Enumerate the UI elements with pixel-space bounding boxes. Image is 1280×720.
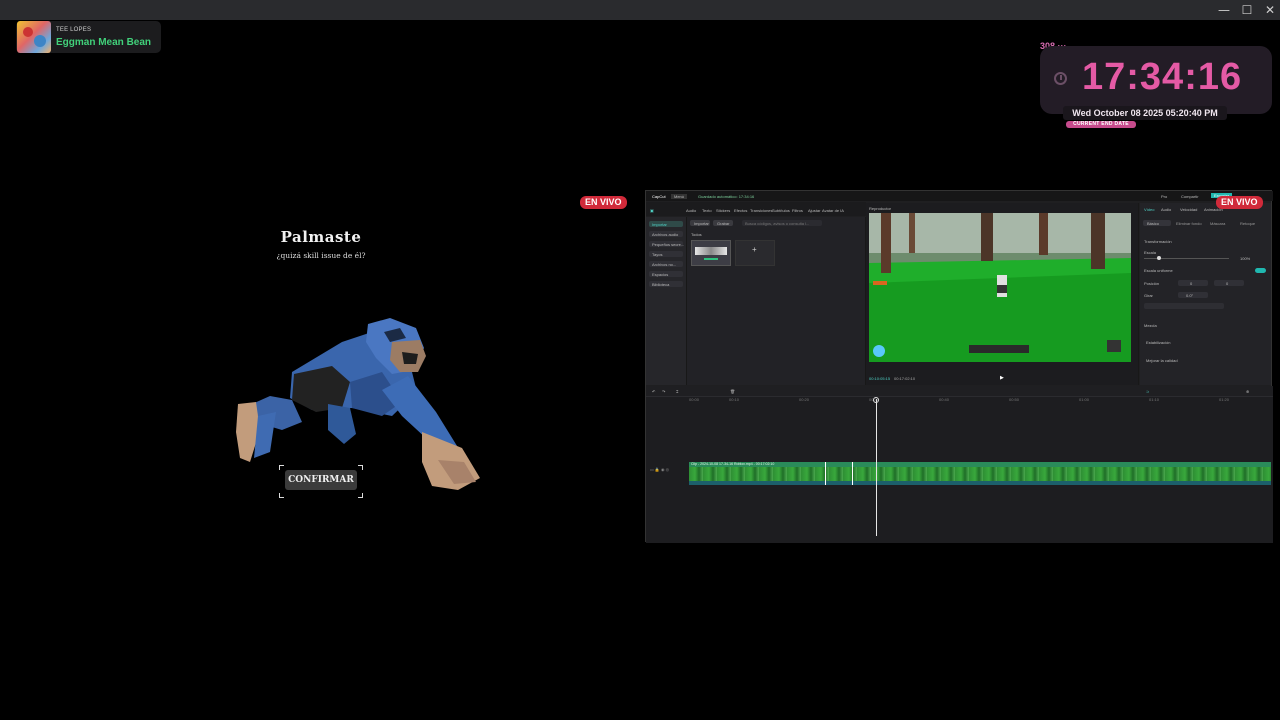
prop-stabilize[interactable]: Estabilización	[1146, 340, 1170, 345]
gorilla-character-image	[236, 318, 480, 490]
timecode-current: 00:10:05:15	[869, 376, 891, 381]
clock-icon	[1054, 72, 1067, 85]
prop-position: Posición	[1144, 281, 1160, 286]
rotate-input[interactable]: 0.0°	[1178, 292, 1208, 298]
props-subtab-retouch[interactable]: Retoque	[1240, 221, 1255, 226]
import-button[interactable]: Importar	[690, 220, 710, 226]
player-title: Reproductor	[869, 206, 892, 211]
prop-scale: Escala	[1144, 250, 1157, 255]
scale-slider-thumb[interactable]	[1157, 256, 1161, 260]
minimize-icon[interactable]: —	[1212, 2, 1236, 18]
prop-blend[interactable]: Mezcla	[1144, 323, 1157, 328]
capcut-pro-button[interactable]: Pro	[1161, 194, 1167, 199]
album-art-icon	[17, 21, 51, 53]
focus-corner-top-right	[358, 465, 363, 470]
toolbar-effects[interactable]: Efectos	[734, 208, 747, 213]
game-title: Palmaste	[280, 228, 362, 246]
tab-library[interactable]: Biblioteca	[649, 281, 683, 287]
tab-spaces[interactable]: Espacios	[649, 271, 683, 277]
tab-audio-files[interactable]: Archivos audio	[649, 231, 683, 237]
window-titlebar: — ☐ ✕	[0, 0, 1280, 20]
props-subtab-remove-bg[interactable]: Eliminar fondo	[1176, 221, 1202, 226]
toolbar-subtitles[interactable]: Subtítulos	[772, 208, 790, 213]
clock-date: Wed October 08 2025 05:20:40 PM	[1063, 106, 1227, 120]
timeline-ruler: 00:00 00:10 00:20 00:30 00:40 00:50 01:0…	[689, 397, 1230, 402]
live-badge: EN VIVO	[580, 196, 627, 209]
props-subtab-mask[interactable]: Máscara	[1210, 221, 1225, 226]
add-media-button[interactable]: +	[735, 240, 775, 266]
undo-icon[interactable]: ↶	[652, 389, 655, 394]
now-playing-title: Eggman Mean Bean	[56, 37, 152, 48]
clock-date-label: CURRENT END DATE	[1066, 121, 1136, 128]
tab-import[interactable]: Importar	[649, 221, 683, 227]
prop-rotate: Girar	[1144, 293, 1153, 298]
prop-transform: Transformación	[1144, 239, 1172, 244]
uniform-scale-toggle[interactable]	[1255, 268, 1266, 273]
timecode-total: 00:17:02:10	[894, 376, 916, 381]
position-x-input[interactable]: 0	[1178, 280, 1208, 286]
prop-uniform-scale: Escala uniforme	[1144, 268, 1173, 273]
props-tab-speed[interactable]: Velocidad	[1180, 207, 1197, 212]
delete-icon[interactable]: 🗑	[730, 389, 735, 394]
media-section-label: Todos	[691, 232, 702, 237]
timeline-toolbar: ↶ ↷ ⌶ 🗑 ⊃ ⊕	[646, 386, 1273, 397]
toolbar-filters[interactable]: Filtros	[792, 208, 803, 213]
props-tab-audio[interactable]: Audio	[1161, 207, 1171, 212]
toolbar-media[interactable]: ▣	[650, 208, 654, 213]
timeline-playhead[interactable]	[876, 399, 877, 536]
tab-other-files[interactable]: Archivos no...	[649, 261, 683, 267]
toolbar-audio[interactable]: Audio	[686, 208, 696, 213]
game-subtitle: ¿quizá skill issue de él?	[276, 251, 366, 260]
toolbar-stickers[interactable]: Stickers	[716, 208, 730, 213]
redo-icon[interactable]: ↷	[662, 389, 665, 394]
clip-label: Clip - 2024-10-08 17-34-16 Roblox.mp4 - …	[691, 462, 775, 466]
props-subtab-basic[interactable]: Básico	[1143, 220, 1171, 226]
magnet-icon[interactable]: ⊃	[1146, 389, 1149, 394]
live-badge-secondary: EN VIVO	[1216, 196, 1263, 209]
playhead-handle[interactable]	[873, 397, 879, 403]
zoom-icon[interactable]: ⊕	[1246, 389, 1249, 394]
play-icon[interactable]: ▶	[1000, 375, 1004, 381]
media-search-input[interactable]: Busca códigos, avisos o consulta l...	[742, 220, 822, 226]
toolbar-transitions[interactable]: Transiciones	[750, 208, 773, 213]
close-icon[interactable]: ✕	[1258, 2, 1280, 18]
video-preview-image	[869, 213, 1131, 362]
capcut-save-status: Guardado automático: 17:34:16	[698, 194, 755, 199]
now-playing-artist: TEE LOPES	[56, 27, 92, 33]
clock-time: 17:34:16	[1082, 56, 1243, 98]
maximize-icon[interactable]: ☐	[1235, 2, 1259, 18]
split-icon[interactable]: ⌶	[676, 389, 678, 394]
toolbar-text[interactable]: Texto	[702, 208, 712, 213]
capcut-window: CapCut Menú Guardado automático: 17:34:1…	[645, 190, 1273, 543]
position-y-input[interactable]: 0	[1214, 280, 1244, 286]
toolbar-adjust[interactable]: Ajustar	[808, 208, 820, 213]
focus-corner-bottom-left	[279, 493, 284, 498]
clock-widget: 17:34:16	[1040, 46, 1272, 114]
focus-corner-bottom-right	[358, 493, 363, 498]
capcut-left-tabs: Importar Archivos audio Pequeños secre..…	[646, 217, 687, 385]
focus-corner-top-left	[279, 465, 284, 470]
tab-tayos[interactable]: Tayos	[649, 251, 683, 257]
capcut-media-panel: Importar Grabar Busca códigos, avisos o …	[687, 217, 866, 385]
capcut-titlebar: CapCut Menú Guardado automático: 17:34:1…	[646, 191, 1273, 201]
timeline-video-clip[interactable]: Clip - 2024-10-08 17-34-16 Roblox.mp4 - …	[689, 462, 1271, 485]
track-controls[interactable]: ▭ 🔒 ◉ ◎	[650, 467, 669, 472]
capcut-menu[interactable]: Menú	[671, 194, 688, 199]
scale-value[interactable]: 100%	[1240, 256, 1250, 261]
record-button[interactable]: Grabar	[713, 220, 733, 226]
props-tab-video[interactable]: Vídeo	[1144, 207, 1154, 212]
toolbar-ai-avatar[interactable]: Avatar de IA	[822, 208, 844, 213]
capcut-app-name: CapCut	[652, 194, 666, 199]
media-thumbnail[interactable]	[691, 240, 731, 266]
prop-enhance-quality[interactable]: Mejorar la calidad	[1146, 358, 1178, 363]
confirm-button[interactable]: CONFIRMAR	[285, 470, 357, 490]
capcut-properties-panel: Vídeo Audio Velocidad Animación Básico E…	[1140, 203, 1271, 385]
capcut-toolbar: ▣ Audio Texto Stickers Efectos Transicio…	[646, 202, 866, 216]
now-playing-widget: TEE LOPES Eggman Mean Bean	[16, 21, 161, 53]
capcut-share-button[interactable]: Compartir	[1181, 194, 1199, 199]
align-buttons-row[interactable]	[1144, 303, 1224, 309]
tab-small-secrets[interactable]: Pequeños secre...	[649, 241, 684, 247]
